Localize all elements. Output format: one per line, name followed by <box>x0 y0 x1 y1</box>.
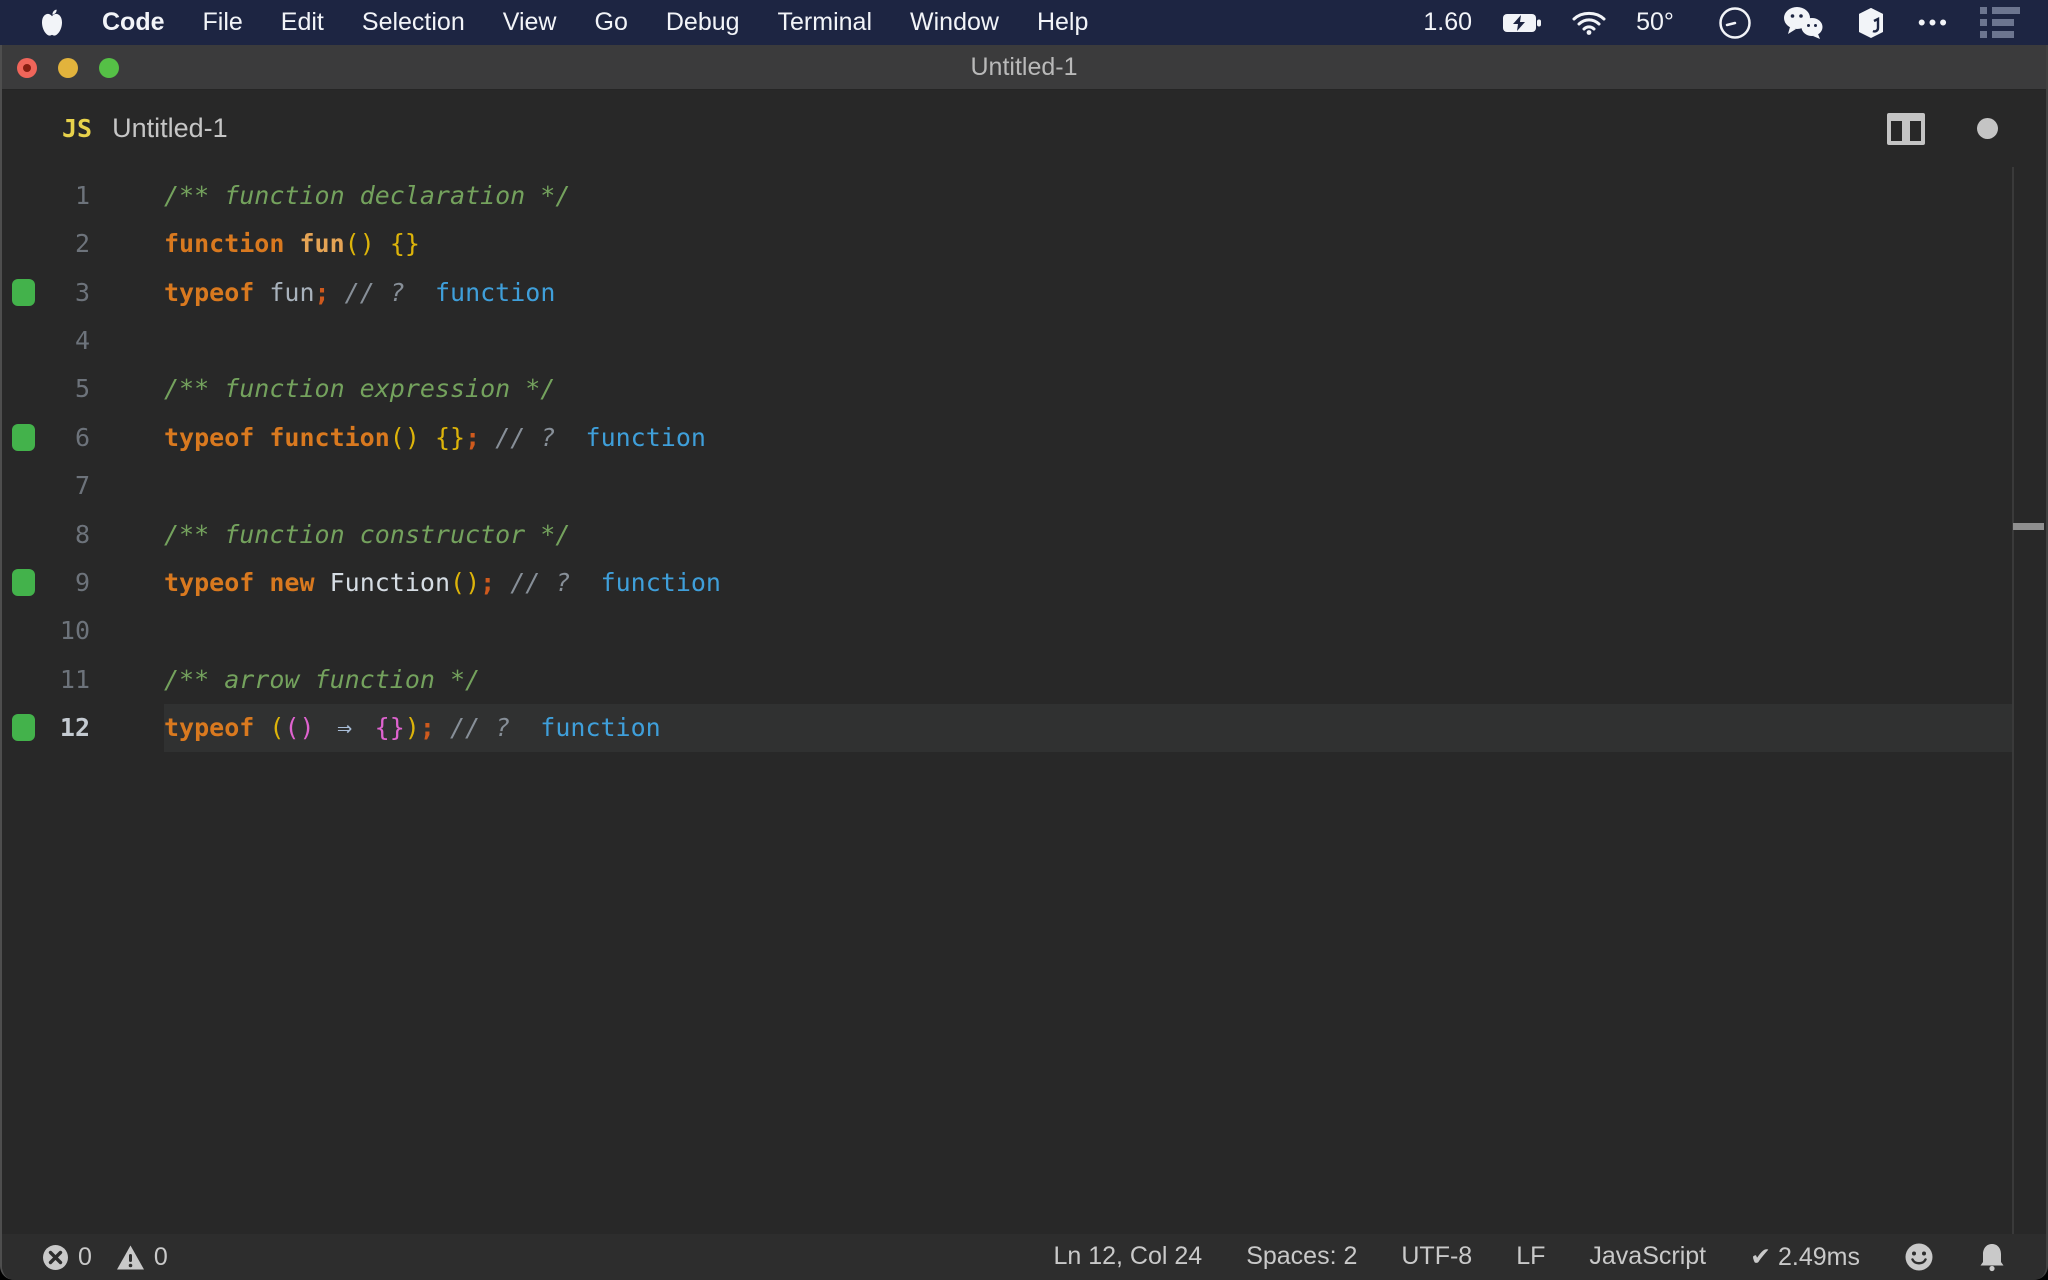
split-editor-icon[interactable] <box>1887 112 1925 145</box>
code-line[interactable]: 12 typeof (() ⇒ {}); // ? function <box>2 703 2046 753</box>
menu-item-help[interactable]: Help <box>1037 8 1088 37</box>
code-editor[interactable]: 1 /** function declaration */ 2 function fu… <box>2 167 2046 1234</box>
code-line[interactable]: 4 <box>2 317 2046 365</box>
statusbar-eol[interactable]: LF <box>1516 1242 1545 1272</box>
ellipsis-icon[interactable]: ••• <box>1918 10 1950 36</box>
code-text: /** function declaration */ <box>164 181 571 210</box>
errors-icon <box>43 1244 68 1270</box>
unsaved-dot-icon[interactable] <box>1977 118 1998 139</box>
statusbar-right-items: Ln 12, Col 24 Spaces: 2 UTF-8 LF JavaScript ✔… <box>1053 1242 1860 1272</box>
line-number[interactable]: 11 <box>2 656 90 704</box>
statusbar-left: 0 0 <box>2 1243 168 1272</box>
menu-item-file[interactable]: File <box>203 8 243 37</box>
line-number[interactable]: 9 <box>2 559 90 607</box>
warnings-indicator[interactable]: 0 <box>116 1243 168 1272</box>
problems-indicator[interactable]: 0 <box>42 1243 92 1272</box>
code-text: /** function expression */ <box>164 374 556 404</box>
overview-ruler-border <box>2012 167 2014 1234</box>
wechat-icon[interactable] <box>1782 6 1824 40</box>
warnings-icon <box>116 1245 144 1269</box>
menu-item-edit[interactable]: Edit <box>281 8 324 37</box>
temperature-widget[interactable]: 50° <box>1636 8 1674 37</box>
statusbar-language-mode[interactable]: JavaScript <box>1589 1242 1706 1272</box>
stock-widget[interactable]: 1.60 <box>1423 8 1472 37</box>
tab-untitled-1[interactable]: JS Untitled-1 <box>62 90 228 167</box>
menubar-left: Code File Edit Selection View Go Debug Terminal… <box>0 8 1088 37</box>
statusbar-encoding[interactable]: UTF-8 <box>1401 1242 1472 1272</box>
menu-item-view[interactable]: View <box>503 8 557 37</box>
apple-menu[interactable] <box>40 9 64 37</box>
code-text: /** function constructor */ <box>164 519 571 549</box>
menubar: Code File Edit Selection View Go Debug Terminal… <box>0 0 2048 45</box>
menu-item-debug[interactable]: Debug <box>666 8 740 37</box>
javascript-file-icon: JS <box>62 114 93 143</box>
overview-ruler-cursor-mark <box>2013 523 2044 530</box>
line-number[interactable]: 7 <box>2 462 90 510</box>
wifi-icon[interactable] <box>1572 11 1606 35</box>
clock-icon[interactable] <box>1718 6 1752 40</box>
code-line[interactable]: 3 typeof fun; // ? function <box>2 269 2046 317</box>
code-line[interactable]: 5 /** function expression */ <box>2 365 2046 413</box>
code-text: typeof (() ⇒ {}); // ? function <box>164 712 661 742</box>
menubar-status-area: 1.60 50° ••• <box>1423 0 2048 45</box>
line-number[interactable]: 5 <box>2 365 90 413</box>
statusbar-quokka-perf[interactable]: ✔ 2.49ms <box>1750 1242 1860 1272</box>
vscode-window: Untitled-1 JS Untitled-1 1 /** function d… <box>0 45 2048 1280</box>
tab-filename: Untitled-1 <box>112 113 228 143</box>
code-line[interactable]: 2 function fun() {} <box>2 220 2046 268</box>
code-line[interactable]: 9 typeof new Function(); // ? function <box>2 559 2046 607</box>
line-number[interactable]: 1 <box>2 172 90 220</box>
error-count: 0 <box>78 1242 92 1271</box>
code-text: typeof fun; // ? function <box>164 277 556 307</box>
code-text: function fun() {} <box>164 229 420 259</box>
statusbar-indentation[interactable]: Spaces: 2 <box>1246 1242 1357 1272</box>
menubar-items: Code File Edit Selection View Go Debug Terminal… <box>102 8 1088 37</box>
code-line[interactable]: 1 /** function declaration */ <box>2 172 2046 220</box>
feedback-smiley-icon[interactable] <box>1904 1242 1934 1272</box>
menu-item-selection[interactable]: Selection <box>362 8 465 37</box>
battery-charging-icon[interactable] <box>1502 12 1542 34</box>
apple-logo-icon <box>42 9 62 36</box>
code-line[interactable]: 8 /** function constructor */ <box>2 511 2046 559</box>
menu-item-code[interactable]: Code <box>102 8 165 37</box>
code-text: /** arrow function */ <box>164 664 481 694</box>
line-number[interactable]: 4 <box>2 317 90 365</box>
code-text: typeof function() {}; // ? function <box>164 422 706 452</box>
statusbar-right: Ln 12, Col 24 Spaces: 2 UTF-8 LF JavaScript ✔… <box>1053 1234 2046 1280</box>
tab-actions <box>1887 90 1998 167</box>
menu-item-terminal[interactable]: Terminal <box>778 8 872 37</box>
editor-tabbar: JS Untitled-1 <box>2 90 2046 167</box>
cube-icon[interactable] <box>1854 6 1888 40</box>
line-number[interactable]: 8 <box>2 511 90 559</box>
line-number[interactable]: 6 <box>2 414 90 462</box>
line-number[interactable]: 12 <box>2 704 90 752</box>
code-line[interactable]: 6 typeof function() {}; // ? function <box>2 414 2046 462</box>
task-list-icon[interactable] <box>1980 7 2020 38</box>
statusbar-cursor-position[interactable]: Ln 12, Col 24 <box>1053 1242 1202 1272</box>
statusbar: 0 0 Ln 12, Col 24 Spaces: 2 UTF-8 LF JavaScr… <box>2 1234 2046 1280</box>
menu-item-go[interactable]: Go <box>595 8 628 37</box>
notifications-bell-icon[interactable] <box>1978 1242 2006 1272</box>
window-title: Untitled-1 <box>970 53 1078 81</box>
line-number[interactable]: 10 <box>2 607 90 655</box>
code-text: typeof new Function(); // ? function <box>164 567 721 597</box>
line-number[interactable]: 3 <box>2 269 90 317</box>
line-number[interactable]: 2 <box>2 220 90 268</box>
code-line[interactable]: 7 <box>2 462 2046 510</box>
menu-item-window[interactable]: Window <box>910 8 999 37</box>
code-line[interactable]: 10 <box>2 607 2046 655</box>
window-titlebar[interactable]: Untitled-1 <box>2 45 2046 90</box>
code-line[interactable]: 11 /** arrow function */ <box>2 656 2046 704</box>
warning-count: 0 <box>153 1242 168 1271</box>
